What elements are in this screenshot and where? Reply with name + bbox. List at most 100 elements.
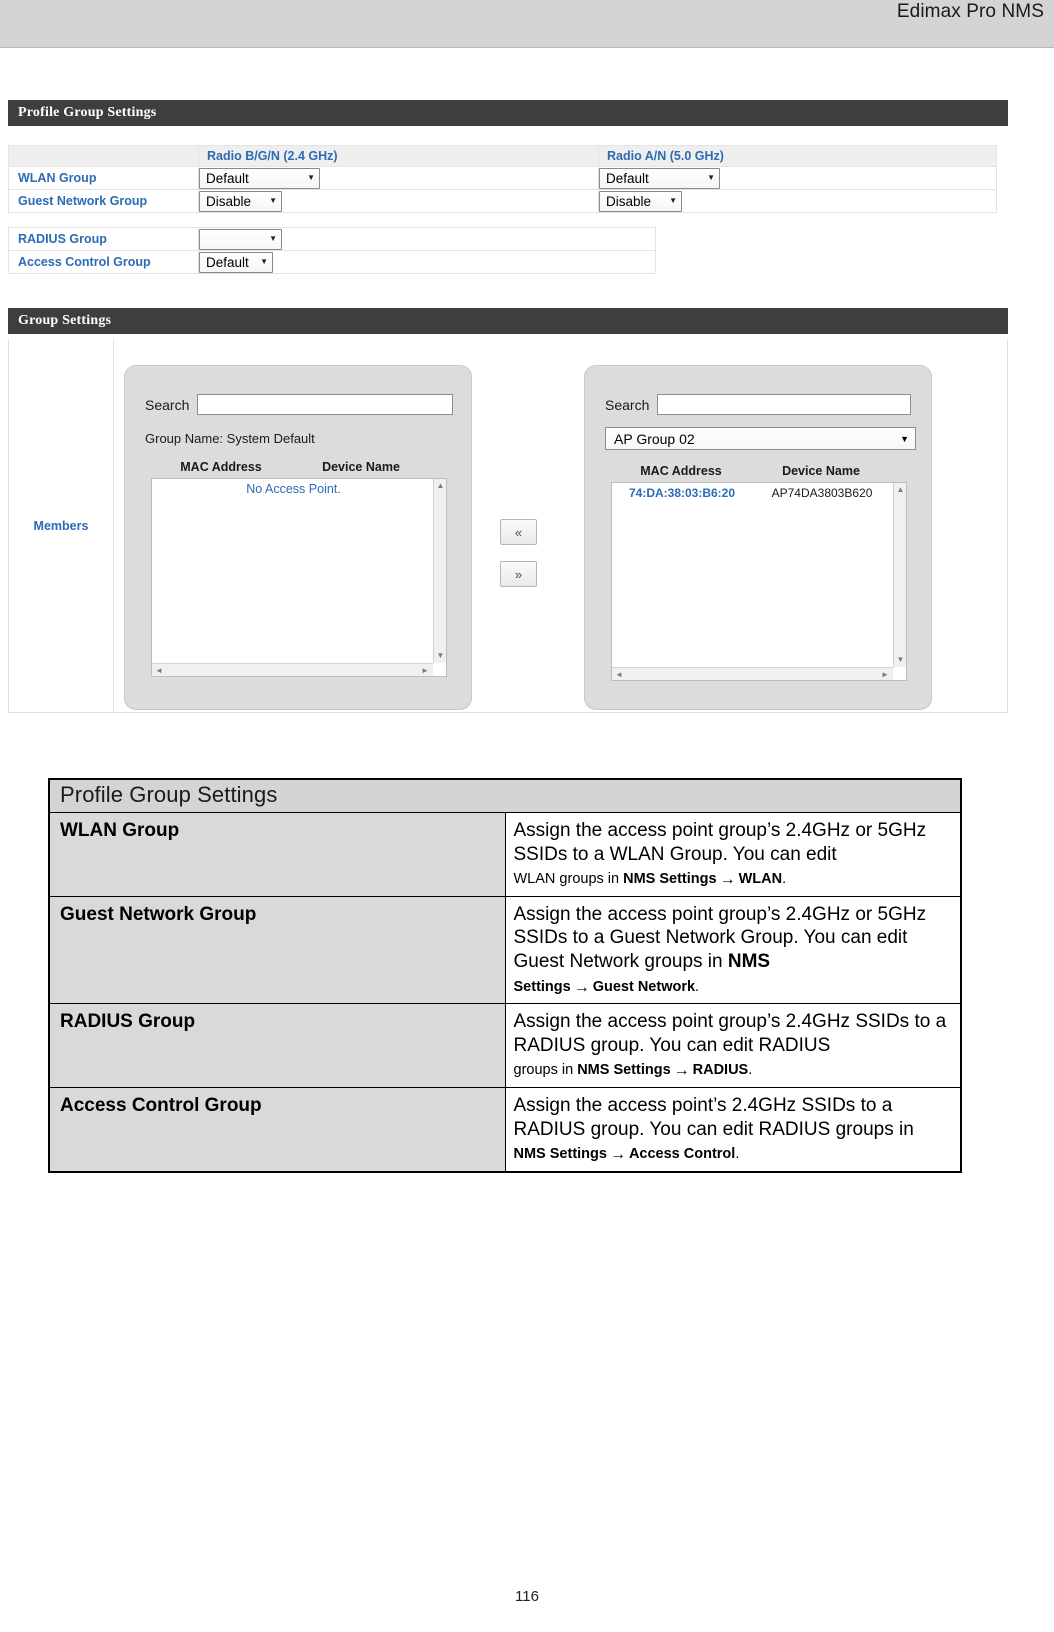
table-row: RADIUS Group Assign the access point gro… (48, 1003, 962, 1089)
cell-wlan-group-50: Default ▼ (598, 166, 997, 190)
member-mac: 74:DA:38:03:B6:20 (628, 486, 736, 500)
page-title: Edimax Pro NMS (896, 1, 1044, 22)
left-horizontal-scrollbar[interactable]: ◄ ► (152, 663, 446, 676)
available-members-panel: Search Group Name: System Default MAC Ad… (124, 365, 472, 710)
wlan-group-50-select[interactable]: Default ▼ (599, 167, 720, 189)
left-col-mac-label: MAC Address (180, 460, 262, 474)
desc-small-bold1: NMS Settings (513, 1146, 607, 1163)
desc-small-post: . (735, 1146, 740, 1163)
members-picker-area: Search Group Name: System Default MAC Ad… (114, 339, 1007, 712)
guest-network-50-select[interactable]: Disable ▼ (599, 190, 682, 212)
desc-main: Assign the access point group’s 2.4GHz o… (513, 903, 927, 973)
cell-guest-network-24: Disable ▼ (198, 189, 599, 213)
desc-small-bold2: RADIUS (692, 1062, 749, 1079)
table-row: Guest Network Group Assign the access po… (48, 895, 962, 1005)
cell-wlan-group-24: Default ▼ (198, 166, 599, 190)
left-vertical-scrollbar[interactable]: ▲ ▼ (433, 479, 446, 676)
left-member-listbox[interactable]: No Access Point. ▲ ▼ ◄ ► (151, 478, 447, 677)
radio-24-label: Radio B/G/N (2.4 GHz) (207, 149, 338, 163)
move-right-button[interactable]: » (500, 561, 537, 587)
right-vertical-scrollbar[interactable]: ▲ ▼ (893, 483, 906, 680)
page-header: Edimax Pro NMS (0, 0, 1054, 48)
doc-key-radius-group: RADIUS Group (48, 1003, 506, 1089)
profile-group-settings-bar: Profile Group Settings (8, 100, 1008, 126)
scroll-up-icon[interactable]: ▲ (434, 480, 447, 492)
ap-group-select[interactable]: AP Group 02 ▼ (605, 427, 916, 450)
scroll-left-icon[interactable]: ◄ (153, 664, 165, 677)
access-control-group-select[interactable]: Default ▼ (199, 251, 273, 273)
guest-network-24-select[interactable]: Disable ▼ (199, 190, 282, 212)
radius-group-select[interactable]: ▼ (199, 228, 282, 250)
right-column-headers: MAC Address Device Name (585, 464, 931, 478)
right-col-mac-label: MAC Address (640, 464, 722, 478)
doc-table-title: Profile Group Settings (48, 778, 962, 813)
doc-title-row: Profile Group Settings (48, 778, 962, 813)
row-label-guest-network-group: Guest Network Group (8, 189, 199, 213)
doc-desc-wlan-group: Assign the access point group’s 2.4GHz o… (504, 812, 962, 897)
arrow-right-icon: → (573, 978, 590, 996)
scroll-down-icon[interactable]: ▼ (434, 650, 447, 662)
list-item[interactable]: 74:DA:38:03:B6:20 AP74DA3803B620 (612, 483, 906, 500)
desc-small-bold1: NMS Settings (577, 1062, 671, 1079)
scroll-up-icon[interactable]: ▲ (894, 484, 907, 496)
left-search-input[interactable] (197, 394, 454, 415)
profile-group-settings-bar-label: Profile Group Settings (18, 105, 157, 120)
table-row-wlan-group: WLAN Group Default ▼ Default ▼ (8, 166, 997, 190)
profile-group-table-secondary: RADIUS Group ▼ Access Control Group Defa… (8, 227, 656, 274)
left-search-row: Search (145, 394, 471, 415)
scroll-right-icon[interactable]: ► (419, 664, 431, 677)
chevron-down-icon: ▼ (707, 173, 715, 182)
table-header-row: Radio B/G/N (2.4 GHz) Radio A/N (5.0 GHz… (8, 145, 997, 167)
table-row-radius-group: RADIUS Group ▼ (8, 227, 656, 251)
wlan-group-24-value: Default (206, 170, 249, 186)
chevron-down-icon: ▼ (900, 433, 909, 444)
right-search-input[interactable] (657, 394, 912, 415)
left-empty-message: No Access Point. (246, 482, 341, 496)
scroll-down-icon[interactable]: ▼ (894, 654, 907, 666)
page-number: 116 (515, 1588, 539, 1605)
wlan-group-24-select[interactable]: Default ▼ (199, 167, 320, 189)
desc-small-bold1: NMS Settings (623, 871, 717, 888)
left-search-label: Search (145, 396, 190, 413)
radio-50-label: Radio A/N (5.0 GHz) (607, 149, 724, 163)
move-left-button[interactable]: « (500, 519, 537, 545)
doc-key-wlan-group: WLAN Group (48, 812, 506, 897)
desc-main: Assign the access point group’s 2.4GHz S… (513, 1011, 947, 1056)
ap-group-value: AP Group 02 (614, 430, 695, 447)
arrow-right-icon: → (673, 1062, 690, 1080)
chevron-down-icon: ▼ (269, 234, 277, 243)
row-label-radius-group: RADIUS Group (8, 227, 199, 251)
desc-small-post: . (695, 978, 700, 995)
scroll-left-icon[interactable]: ◄ (613, 668, 625, 681)
doc-desc-guest-network-group: Assign the access point group’s 2.4GHz o… (504, 895, 962, 1005)
desc-small-bold2: WLAN (738, 871, 783, 888)
right-member-listbox[interactable]: 74:DA:38:03:B6:20 AP74DA3803B620 ▲ ▼ ◄ ► (611, 482, 907, 681)
chevron-down-icon: ▼ (260, 257, 268, 266)
cell-guest-network-50: Disable ▼ (598, 189, 997, 213)
right-horizontal-scrollbar[interactable]: ◄ ► (612, 667, 906, 680)
right-search-row: Search (605, 394, 931, 415)
scroll-right-icon[interactable]: ► (879, 668, 891, 681)
table-row: WLAN Group Assign the access point group… (48, 812, 962, 897)
doc-key-access-control-group: Access Control Group (48, 1087, 506, 1173)
desc-small-bold1: Settings (513, 978, 571, 995)
access-control-group-value: Default (206, 254, 249, 270)
wlan-group-50-value: Default (606, 170, 649, 186)
group-settings-bar: Group Settings (8, 308, 1008, 334)
doc-key-guest-network-group: Guest Network Group (48, 895, 506, 1005)
profile-group-table: Radio B/G/N (2.4 GHz) Radio A/N (5.0 GHz… (8, 145, 997, 213)
chevron-down-icon: ▼ (269, 196, 277, 205)
doc-desc-radius-group: Assign the access point group’s 2.4GHz S… (504, 1003, 962, 1089)
scrollbar-corner (433, 663, 446, 676)
cell-access-control-group: Default ▼ (198, 250, 656, 274)
transfer-buttons: « » (500, 519, 537, 603)
members-label-column: Members (9, 339, 114, 712)
group-members-panel: Search AP Group 02 ▼ MAC Address Device … (584, 365, 932, 710)
header-cell-radio-50: Radio A/N (5.0 GHz) (598, 145, 997, 167)
documentation-table-wrapper: Profile Group Settings WLAN Group Assign… (48, 778, 962, 1174)
left-group-name: Group Name: System Default (145, 431, 315, 446)
table-row-guest-network-group: Guest Network Group Disable ▼ Disable ▼ (8, 189, 997, 213)
left-col-device-label: Device Name (322, 460, 400, 474)
right-search-label: Search (605, 396, 650, 413)
table-row: Access Control Group Assign the access p… (48, 1087, 962, 1173)
